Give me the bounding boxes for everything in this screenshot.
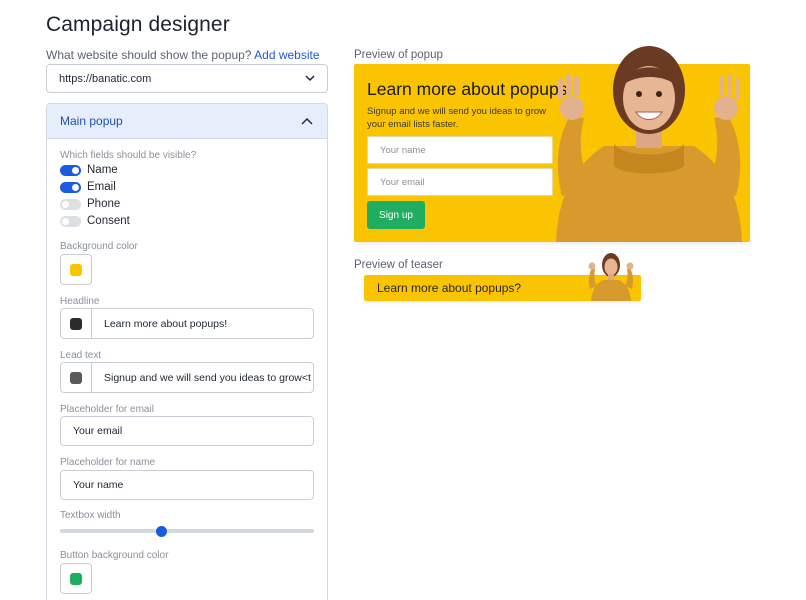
color-swatch [70, 572, 82, 585]
preview-teaser-label: Preview of teaser [354, 259, 443, 271]
website-question-row: What website should show the popup? Add … [46, 48, 320, 62]
popup-signup-button[interactable]: Sign up [367, 201, 425, 229]
field-toggle-consent[interactable]: Consent [60, 214, 130, 228]
popup-lead-text: Signup and we will send you ideas to gro… [367, 106, 547, 130]
lead-text-input[interactable]: Signup and we will send you ideas to gro… [60, 362, 314, 393]
main-popup-panel: Main popup Which fields should be visibl… [46, 103, 328, 600]
page-title: Campaign designer [46, 13, 230, 36]
toggle-switch[interactable] [60, 181, 81, 193]
field-toggle-label: Name [87, 164, 118, 176]
color-swatch [70, 263, 82, 276]
popup-headline: Learn more about popups! [367, 79, 573, 99]
field-toggle-label: Email [87, 181, 116, 193]
chevron-down-icon [305, 74, 315, 84]
field-toggle-name[interactable]: Name [60, 163, 118, 177]
preview-popup-label: Preview of popup [354, 49, 443, 61]
main-popup-title: Main popup [60, 114, 123, 128]
email-placeholder-input[interactable]: Your email [60, 416, 314, 446]
popup-name-input[interactable]: Your name [367, 136, 553, 164]
add-website-link[interactable]: Add website [254, 48, 319, 62]
field-toggle-email[interactable]: Email [60, 180, 116, 194]
field-toggle-label: Consent [87, 215, 130, 227]
name-placeholder-input[interactable]: Your name [60, 470, 314, 500]
slider-track[interactable] [60, 529, 314, 533]
background-color-label: Background color [60, 241, 138, 252]
color-swatch [70, 317, 82, 330]
popup-preview: Learn more about popups! Signup and we w… [354, 46, 750, 242]
main-popup-header[interactable]: Main popup [47, 104, 327, 139]
teaser-preview[interactable]: Learn more about popups? [364, 253, 641, 301]
website-question: What website should show the popup? [46, 48, 252, 62]
background-color-picker[interactable] [60, 254, 92, 285]
headline-label: Headline [60, 296, 100, 307]
toggle-switch[interactable] [60, 164, 81, 176]
toggle-switch[interactable] [60, 198, 81, 210]
email-placeholder-label: Placeholder for email [60, 404, 154, 415]
toggle-switch[interactable] [60, 215, 81, 227]
popup-email-input[interactable]: Your email [367, 168, 553, 196]
headline-input[interactable]: Learn more about popups! [60, 308, 314, 339]
chevron-up-icon[interactable] [300, 114, 314, 128]
fields-visible-label: Which fields should be visible? [60, 150, 197, 161]
color-swatch [70, 371, 82, 384]
lead-color-picker[interactable] [61, 363, 92, 392]
website-select[interactable]: https://banatic.com [46, 64, 328, 93]
woman-ok-gesture-image [556, 46, 742, 242]
slider-thumb[interactable] [156, 526, 168, 537]
button-bg-color-picker[interactable] [60, 563, 92, 594]
headline-color-picker[interactable] [61, 309, 92, 338]
lead-text-input-value: Signup and we will send you ideas to gro… [104, 371, 311, 384]
lead-text-label: Lead text [60, 350, 102, 361]
website-select-value: https://banatic.com [59, 72, 152, 85]
textbox-width-slider[interactable] [60, 525, 314, 537]
headline-input-value: Learn more about popups! [104, 317, 228, 330]
teaser-text: Learn more about popups? [377, 281, 522, 295]
field-toggle-phone[interactable]: Phone [60, 197, 120, 211]
name-placeholder-label: Placeholder for name [60, 457, 156, 468]
field-toggle-label: Phone [87, 198, 121, 210]
textbox-width-label: Textbox width [60, 510, 121, 521]
button-bg-color-label: Button background color [60, 550, 169, 561]
woman-teaser-image [588, 253, 634, 301]
